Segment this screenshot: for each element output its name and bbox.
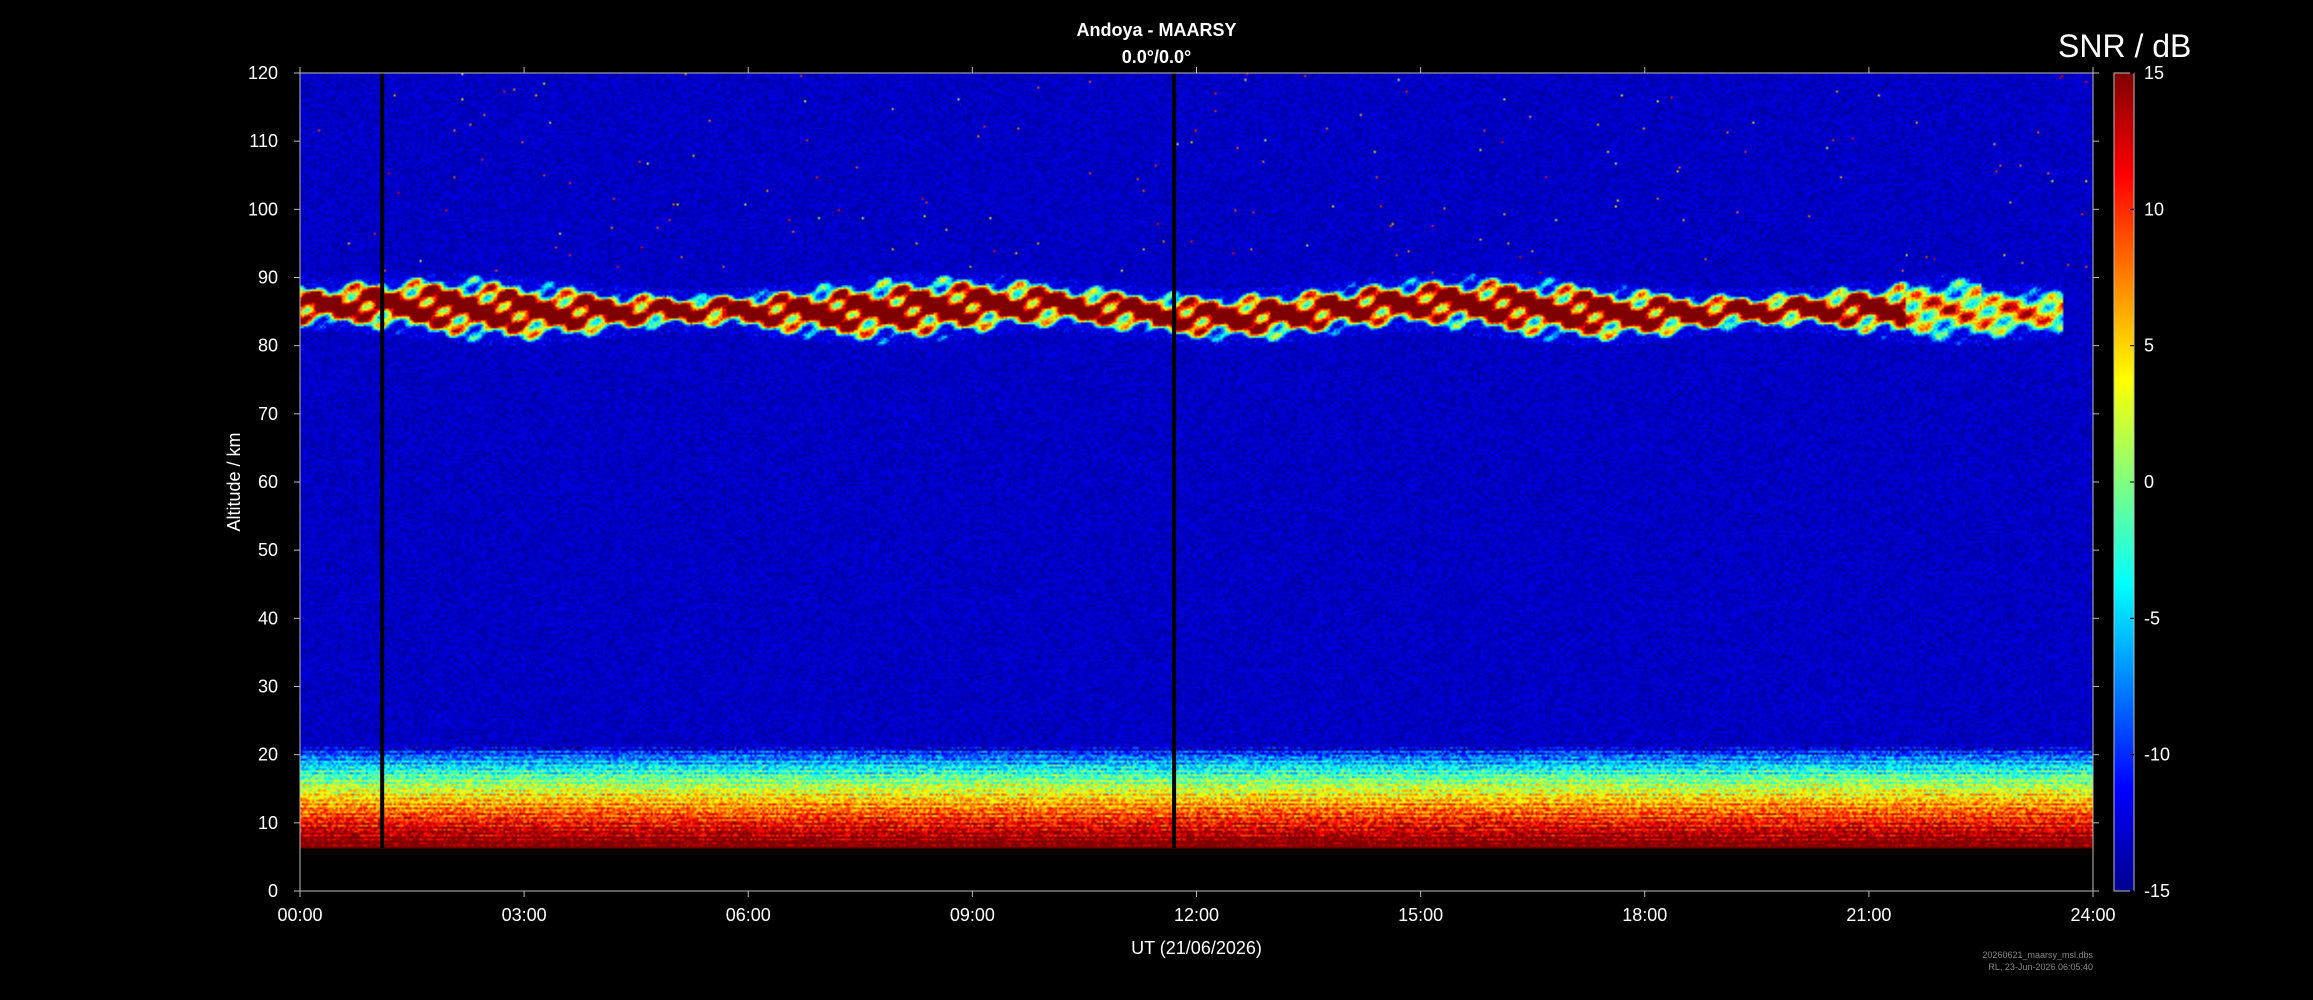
- x-tick-label: 00:00: [277, 905, 322, 925]
- x-tick-label: 15:00: [1398, 905, 1443, 925]
- colorbar-tick-label: 0: [2144, 472, 2154, 492]
- y-tick-label: 100: [248, 199, 278, 219]
- y-tick-label: 70: [258, 404, 278, 424]
- chart-plot: 00:00 03:00 06:00 09:00 12:00 15:00 18:00 21:00…: [224, 63, 2170, 958]
- y-axis-label: Altitude / km: [224, 432, 244, 531]
- data-gap-line: [380, 73, 385, 849]
- data-gap-line: [1172, 73, 1177, 849]
- x-tick-label: 03:00: [502, 905, 547, 925]
- y-tick-label: 60: [258, 472, 278, 492]
- colorbar-tick-label: 5: [2144, 336, 2154, 356]
- snr-heatmap: [300, 73, 2093, 891]
- y-tick-label: 0: [268, 881, 278, 901]
- y-tick-label: 90: [258, 268, 278, 288]
- y-tick-label: 110: [249, 131, 278, 151]
- y-tick-label: 40: [258, 608, 278, 628]
- file-stamp: RL, 23-Jun-2026 06:05:40: [1988, 962, 2093, 972]
- y-tick-label: 20: [258, 745, 278, 765]
- file-note: 20260621_maarsy_msl.dbs RL, 23-Jun-2026 …: [1930, 949, 2093, 973]
- x-tick-label: 21:00: [1846, 905, 1891, 925]
- x-tick-label: 24:00: [2070, 905, 2115, 925]
- x-tick-label: 06:00: [726, 905, 771, 925]
- colorbar-tick-label: 10: [2144, 199, 2164, 219]
- y-tick-label: 50: [258, 540, 278, 560]
- file-name: 20260621_maarsy_msl.dbs: [1982, 950, 2093, 960]
- x-tick-label: 18:00: [1622, 905, 1667, 925]
- colorbar-tick-label: -10: [2144, 745, 2170, 765]
- colorbar-tick-label: -15: [2144, 881, 2170, 901]
- x-tick-label: 09:00: [950, 905, 995, 925]
- y-tick-label: 30: [258, 677, 278, 697]
- y-tick-label: 10: [258, 813, 278, 833]
- colorbar-tick-label: -5: [2144, 608, 2160, 628]
- y-tick-label: 120: [248, 63, 278, 83]
- y-tick-label: 80: [258, 336, 278, 356]
- x-axis-label: UT (21/06/2026): [1131, 938, 1262, 958]
- colorbar-tick-label: 15: [2144, 63, 2164, 83]
- x-tick-label: 12:00: [1174, 905, 1219, 925]
